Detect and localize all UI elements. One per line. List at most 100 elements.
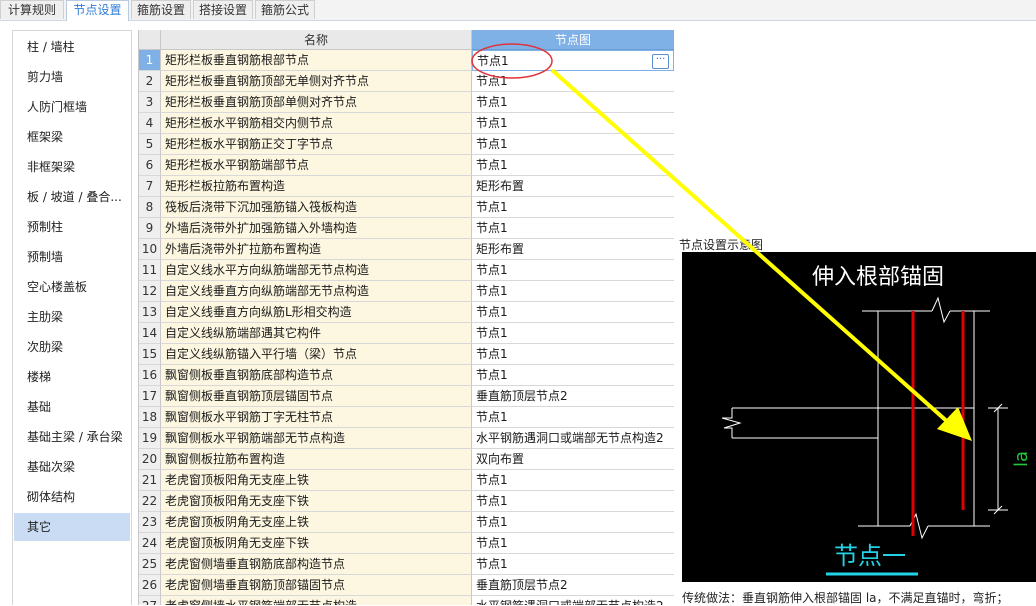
row-name[interactable]: 自定义线垂直方向纵筋L形相交构造 bbox=[161, 302, 472, 323]
row-name[interactable]: 老虎窗顶板阳角无支座下铁 bbox=[161, 491, 472, 512]
sidebar-item-11[interactable]: 楼梯 bbox=[14, 363, 130, 391]
row-node-value[interactable]: 节点1 bbox=[472, 113, 674, 134]
row-name[interactable]: 矩形栏板垂直钢筋根部节点 bbox=[161, 50, 472, 71]
row-name[interactable]: 自定义线水平方向纵筋端部无节点构造 bbox=[161, 260, 472, 281]
table-row[interactable]: 15 自定义线纵筋锚入平行墙（梁）节点 节点1 bbox=[139, 344, 674, 365]
row-number[interactable]: 21 bbox=[139, 470, 161, 491]
table-row[interactable]: 4 矩形栏板水平钢筋相交内侧节点 节点1 bbox=[139, 113, 674, 134]
table-row[interactable]: 23 老虎窗顶板阴角无支座上铁 节点1 bbox=[139, 512, 674, 533]
tab-2[interactable]: 箍筋设置 bbox=[131, 0, 191, 19]
row-name[interactable]: 筏板后浇带下沉加强筋锚入筏板构造 bbox=[161, 197, 472, 218]
table-row[interactable]: 16 飘窗侧板垂直钢筋底部构造节点 节点1 bbox=[139, 365, 674, 386]
row-name[interactable]: 矩形栏板拉筋布置构造 bbox=[161, 176, 472, 197]
row-node-value[interactable]: 节点1 bbox=[472, 155, 674, 176]
sidebar-item-15[interactable]: 砌体结构 bbox=[14, 483, 130, 511]
row-name[interactable]: 老虎窗侧墙垂直钢筋底部构造节点 bbox=[161, 554, 472, 575]
row-number[interactable]: 26 bbox=[139, 575, 161, 596]
sidebar-item-2[interactable]: 人防门框墙 bbox=[14, 93, 130, 121]
row-name[interactable]: 飘窗侧板拉筋布置构造 bbox=[161, 449, 472, 470]
row-name[interactable]: 自定义线垂直方向纵筋端部无节点构造 bbox=[161, 281, 472, 302]
row-node-value[interactable]: 水平钢筋遇洞口或端部无节点构造2 bbox=[472, 596, 674, 605]
sidebar-item-1[interactable]: 剪力墙 bbox=[14, 63, 130, 91]
header-node-diagram[interactable]: 节点图 bbox=[472, 30, 674, 50]
row-name[interactable]: 矩形栏板垂直钢筋顶部单侧对齐节点 bbox=[161, 92, 472, 113]
row-name[interactable]: 矩形栏板垂直钢筋顶部无单侧对齐节点 bbox=[161, 71, 472, 92]
sidebar-item-4[interactable]: 非框架梁 bbox=[14, 153, 130, 181]
row-node-value[interactable]: 垂直筋顶层节点2 bbox=[472, 386, 674, 407]
row-name[interactable]: 飘窗侧板垂直钢筋底部构造节点 bbox=[161, 365, 472, 386]
sidebar-item-5[interactable]: 板 / 坡道 / 叠合... bbox=[14, 183, 130, 211]
row-number[interactable]: 17 bbox=[139, 386, 161, 407]
table-row[interactable]: 21 老虎窗顶板阳角无支座上铁 节点1 bbox=[139, 470, 674, 491]
row-number[interactable]: 16 bbox=[139, 365, 161, 386]
row-name[interactable]: 老虎窗顶板阴角无支座上铁 bbox=[161, 512, 472, 533]
table-row[interactable]: 12 自定义线垂直方向纵筋端部无节点构造 节点1 bbox=[139, 281, 674, 302]
row-name[interactable]: 矩形栏板水平钢筋正交丁字节点 bbox=[161, 134, 472, 155]
table-row[interactable]: 20 飘窗侧板拉筋布置构造 双向布置 bbox=[139, 449, 674, 470]
row-name[interactable]: 老虎窗顶板阴角无支座下铁 bbox=[161, 533, 472, 554]
row-number[interactable]: 24 bbox=[139, 533, 161, 554]
table-row[interactable]: 1 矩形栏板垂直钢筋根部节点 节点1 ··· bbox=[139, 50, 674, 71]
row-number[interactable]: 22 bbox=[139, 491, 161, 512]
row-name[interactable]: 飘窗侧板水平钢筋端部无节点构造 bbox=[161, 428, 472, 449]
row-name[interactable]: 矩形栏板水平钢筋端部节点 bbox=[161, 155, 472, 176]
row-number[interactable]: 2 bbox=[139, 71, 161, 92]
row-number[interactable]: 20 bbox=[139, 449, 161, 470]
row-number[interactable]: 27 bbox=[139, 596, 161, 605]
sidebar-item-6[interactable]: 预制柱 bbox=[14, 213, 130, 241]
row-number[interactable]: 7 bbox=[139, 176, 161, 197]
row-number[interactable]: 9 bbox=[139, 218, 161, 239]
row-number[interactable]: 8 bbox=[139, 197, 161, 218]
row-number[interactable]: 6 bbox=[139, 155, 161, 176]
row-node-value[interactable]: 节点1 bbox=[472, 533, 674, 554]
table-row[interactable]: 14 自定义线纵筋端部遇其它构件 节点1 bbox=[139, 323, 674, 344]
sidebar-item-8[interactable]: 空心楼盖板 bbox=[14, 273, 130, 301]
sidebar-item-0[interactable]: 柱 / 墙柱 bbox=[14, 33, 130, 61]
row-node-value[interactable]: 节点1 bbox=[472, 407, 674, 428]
table-row[interactable]: 13 自定义线垂直方向纵筋L形相交构造 节点1 bbox=[139, 302, 674, 323]
row-node-value[interactable]: 垂直筋顶层节点2 bbox=[472, 575, 674, 596]
row-number[interactable]: 15 bbox=[139, 344, 161, 365]
row-node-value[interactable]: 节点1 bbox=[472, 344, 674, 365]
row-number[interactable]: 1 bbox=[139, 50, 161, 71]
row-name[interactable]: 外墙后浇带外扩加强筋锚入外墙构造 bbox=[161, 218, 472, 239]
row-node-value[interactable]: 节点1 bbox=[472, 470, 674, 491]
table-row[interactable]: 5 矩形栏板水平钢筋正交丁字节点 节点1 bbox=[139, 134, 674, 155]
table-row[interactable]: 8 筏板后浇带下沉加强筋锚入筏板构造 节点1 bbox=[139, 197, 674, 218]
table-row[interactable]: 27老虎窗侧墙水平钢筋端部无节点构造水平钢筋遇洞口或端部无节点构造2 bbox=[139, 596, 674, 605]
row-name[interactable]: 外墙后浇带外扩拉筋布置构造 bbox=[161, 239, 472, 260]
table-row[interactable]: 18 飘窗侧板水平钢筋丁字无柱节点 节点1 bbox=[139, 407, 674, 428]
row-node-value[interactable]: 节点1 bbox=[472, 512, 674, 533]
row-number[interactable]: 5 bbox=[139, 134, 161, 155]
table-row[interactable]: 19 飘窗侧板水平钢筋端部无节点构造 水平钢筋遇洞口或端部无节点构造2 bbox=[139, 428, 674, 449]
row-node-value[interactable]: 水平钢筋遇洞口或端部无节点构造2 bbox=[472, 428, 674, 449]
row-node-value[interactable]: 节点1 bbox=[472, 323, 674, 344]
table-row[interactable]: 2 矩形栏板垂直钢筋顶部无单侧对齐节点 节点1 bbox=[139, 71, 674, 92]
row-number[interactable]: 23 bbox=[139, 512, 161, 533]
sidebar-item-9[interactable]: 主肋梁 bbox=[14, 303, 130, 331]
row-number[interactable]: 4 bbox=[139, 113, 161, 134]
row-node-value[interactable]: 节点1 bbox=[472, 218, 674, 239]
ellipsis-icon[interactable]: ··· bbox=[652, 54, 669, 69]
row-node-value[interactable]: 矩形布置 bbox=[472, 176, 674, 197]
table-row[interactable]: 9 外墙后浇带外扩加强筋锚入外墙构造 节点1 bbox=[139, 218, 674, 239]
row-name[interactable]: 老虎窗顶板阳角无支座上铁 bbox=[161, 470, 472, 491]
sidebar-item-13[interactable]: 基础主梁 / 承台梁 bbox=[14, 423, 130, 451]
sidebar-item-10[interactable]: 次肋梁 bbox=[14, 333, 130, 361]
row-number[interactable]: 11 bbox=[139, 260, 161, 281]
table-row[interactable]: 6 矩形栏板水平钢筋端部节点 节点1 bbox=[139, 155, 674, 176]
row-node-value[interactable]: 节点1 bbox=[472, 134, 674, 155]
header-name[interactable]: 名称 bbox=[161, 30, 472, 50]
sidebar-item-14[interactable]: 基础次梁 bbox=[14, 453, 130, 481]
row-name[interactable]: 飘窗侧板水平钢筋丁字无柱节点 bbox=[161, 407, 472, 428]
row-name[interactable]: 自定义线纵筋端部遇其它构件 bbox=[161, 323, 472, 344]
row-name[interactable]: 老虎窗侧墙垂直钢筋顶部锚固节点 bbox=[161, 575, 472, 596]
table-row[interactable]: 11 自定义线水平方向纵筋端部无节点构造 节点1 bbox=[139, 260, 674, 281]
sidebar-item-16[interactable]: 其它 bbox=[14, 513, 130, 541]
row-node-value[interactable]: 节点1 bbox=[472, 281, 674, 302]
sidebar-item-12[interactable]: 基础 bbox=[14, 393, 130, 421]
table-row[interactable]: 24 老虎窗顶板阴角无支座下铁 节点1 bbox=[139, 533, 674, 554]
row-number[interactable]: 18 bbox=[139, 407, 161, 428]
row-number[interactable]: 13 bbox=[139, 302, 161, 323]
row-node-value[interactable]: 节点1 bbox=[472, 365, 674, 386]
